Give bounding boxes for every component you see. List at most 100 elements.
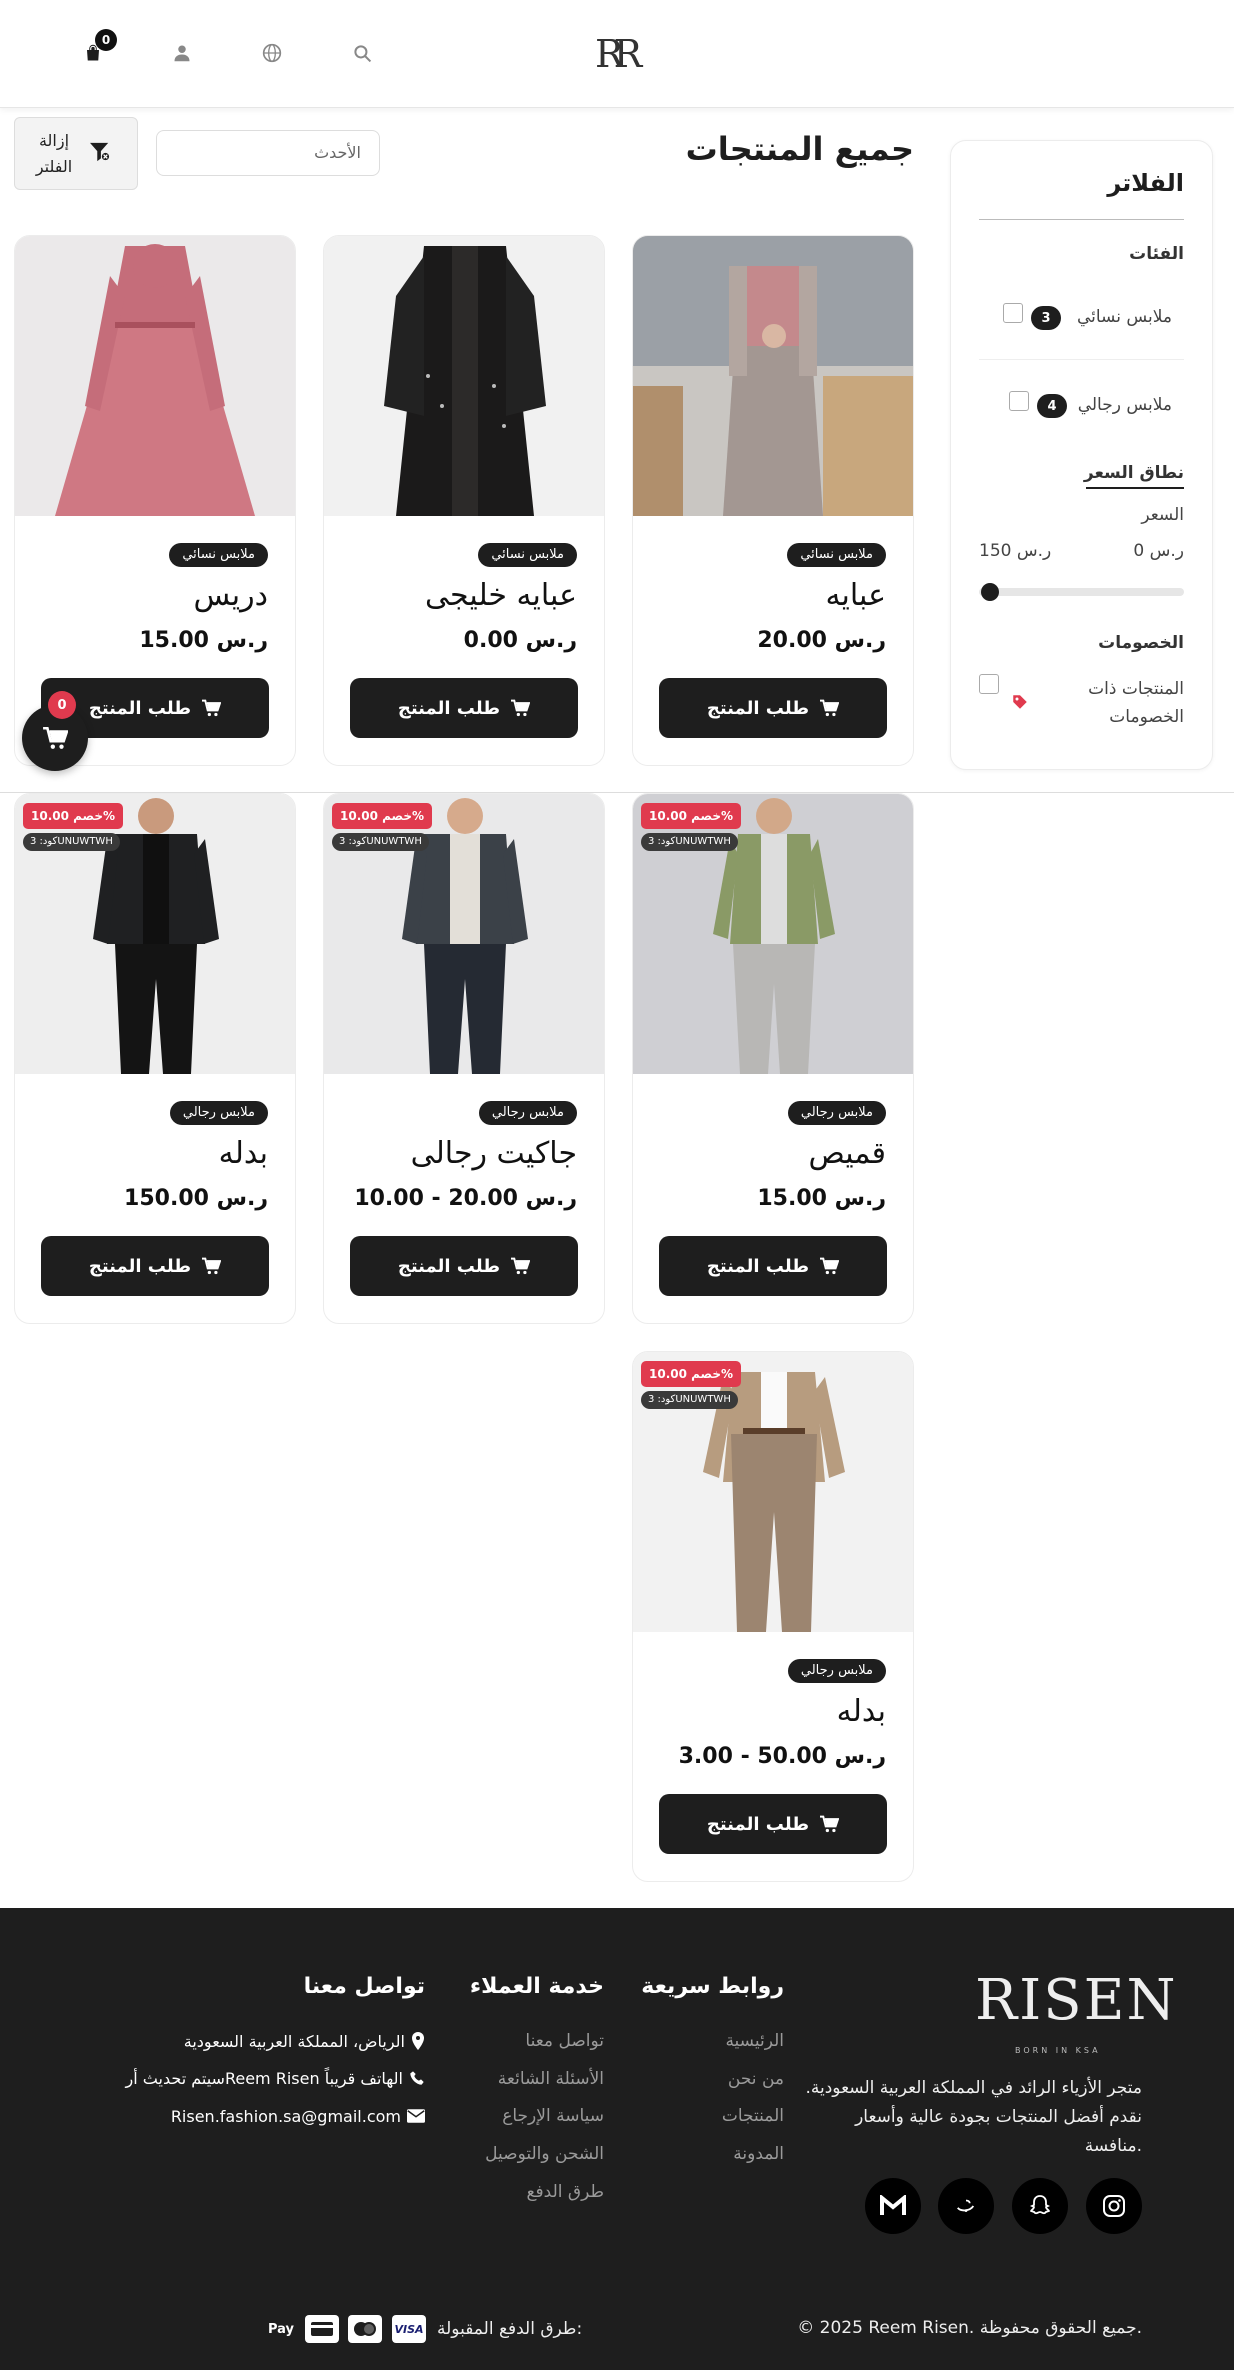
contact-email[interactable]: Risen.fashion.sa@gmail.com <box>171 2099 425 2133</box>
order-button-label: طلب المنتج <box>88 697 192 719</box>
discounts-label: الخصومات <box>1098 633 1184 653</box>
product-name[interactable]: جاكيت رجالى <box>411 1136 577 1171</box>
globe-icon[interactable] <box>257 38 287 68</box>
category-label-women: ملابس نسائي <box>1076 307 1172 327</box>
product-card[interactable]: ملابس نسائي دريس 15.00 ر.س طلب المنتج <box>14 235 296 766</box>
footer-link-payment[interactable]: طرق الدفع <box>526 2182 604 2202</box>
user-icon[interactable] <box>167 38 197 68</box>
product-card[interactable]: ملابس نسائي عبايه 20.00 ر.س طلب المنتج <box>632 235 914 766</box>
price-range-label: نطاق السعر <box>1083 463 1184 483</box>
cart-icon <box>202 699 222 717</box>
payment-methods-label: طرق الدفع المقبولة: <box>437 2319 583 2339</box>
sort-select[interactable]: الأحدث <box>156 130 380 176</box>
coupon-code-badge: كود: 3UNUWTWH <box>641 1391 738 1409</box>
product-card[interactable]: خصم 10.00% كود: 3UNUWTWH ملابس رجالي قمي… <box>632 793 914 1324</box>
cart-icon <box>511 699 531 717</box>
floating-cart-button[interactable]: 0 <box>22 691 88 771</box>
site-footer: RISEN BORN IN KSA متجر الأزياء الرائد في… <box>0 1908 1234 2370</box>
product-name[interactable]: دريس <box>194 578 268 613</box>
contact-title: تواصل معنا <box>303 1974 425 1999</box>
tag-icon <box>1011 693 1029 715</box>
order-product-button[interactable]: طلب المنتج <box>41 1236 269 1296</box>
footer-link-contact[interactable]: تواصل معنا <box>525 2031 604 2051</box>
instagram-icon[interactable] <box>1086 2178 1142 2234</box>
tiktok-icon[interactable] <box>938 2178 994 2234</box>
product-name[interactable]: بدله <box>219 1136 268 1171</box>
product-card[interactable]: خصم 10.00% كود: 3UNUWTWH ملابس رجالي بدل… <box>14 793 296 1324</box>
discount-checkbox[interactable] <box>979 674 999 694</box>
snapchat-icon[interactable] <box>1012 2178 1068 2234</box>
footer-link-blog[interactable]: المدونة <box>733 2144 784 2164</box>
product-card[interactable]: ملابس نسائي عبايه خليجى 0.00 ر.س طلب الم… <box>323 235 605 766</box>
order-product-button[interactable]: طلب المنتج <box>659 678 887 738</box>
discount-badge: خصم 10.00% <box>641 803 742 829</box>
order-product-button[interactable]: طلب المنتج <box>659 1236 887 1296</box>
page-title: جميع المنتجات <box>685 130 914 168</box>
order-product-button[interactable]: طلب المنتج <box>659 1794 887 1854</box>
clear-filter-button[interactable]: إزالة الفلتر <box>14 117 138 190</box>
product-card[interactable]: خصم 10.00% كود: 3UNUWTWH ملابس رجالي بدل… <box>632 1351 914 1882</box>
discount-badge: خصم 10.00% <box>641 1361 742 1387</box>
coupon-code-badge: كود: 3UNUWTWH <box>641 833 738 851</box>
mastercard-icon <box>348 2315 382 2343</box>
price-slider-track[interactable] <box>979 588 1184 596</box>
category-badge: ملابس رجالي <box>787 1101 886 1125</box>
mail-brand-icon[interactable] <box>865 2178 921 2234</box>
site-logo[interactable]: RR <box>595 32 642 76</box>
filters-title: الفلاتر <box>1107 169 1184 197</box>
product-price: 15.00 ر.س <box>757 1186 886 1211</box>
category-label-men: ملابس رجالي <box>1077 395 1172 415</box>
category-checkbox-men[interactable] <box>1009 391 1029 411</box>
product-price: 15.00 ر.س <box>139 628 268 653</box>
product-image[interactable] <box>633 236 913 516</box>
order-button-label: طلب المنتج <box>706 697 810 719</box>
product-image[interactable] <box>324 236 604 516</box>
product-name[interactable]: بدله <box>837 1694 886 1729</box>
footer-tagline: BORN IN KSA <box>1015 2046 1101 2055</box>
quick-links-title: روابط سريعة <box>641 1974 784 1999</box>
footer-link-shipping[interactable]: الشحن والتوصيل <box>485 2144 604 2164</box>
search-icon[interactable] <box>347 38 377 68</box>
product-image[interactable] <box>15 236 295 516</box>
product-name[interactable]: عبايه خليجى <box>425 578 577 613</box>
order-product-button[interactable]: طلب المنتج <box>350 678 578 738</box>
product-price: 20.00 ر.س <box>757 628 886 653</box>
cart-icon <box>820 1815 840 1833</box>
coupon-code-badge: كود: 3UNUWTWH <box>332 833 429 851</box>
footer-link-faq[interactable]: الأسئلة الشائعة <box>498 2069 604 2089</box>
category-badge: ملابس رجالي <box>478 1101 577 1125</box>
product-name[interactable]: قميص <box>809 1136 887 1171</box>
cart-icon <box>820 1257 840 1275</box>
filter-remove-icon <box>89 142 111 166</box>
price-slider-thumb[interactable] <box>981 583 999 601</box>
contact-phone-text: سيتم تحديث أرReem Risen الهاتف قريباً <box>125 2068 403 2088</box>
copyright-text: © 2025 Reem Risen. جميع الحقوق محفوظة. <box>797 2318 1142 2338</box>
product-name[interactable]: عبايه <box>825 578 886 613</box>
cart-icon <box>43 726 68 749</box>
email-icon <box>407 2109 425 2123</box>
order-product-button[interactable]: طلب المنتج <box>350 1236 578 1296</box>
category-count-women: 3 <box>1031 306 1061 330</box>
footer-link-returns[interactable]: سياسة الإرجاع <box>502 2106 604 2126</box>
footer-link-about[interactable]: من نحن <box>728 2069 784 2089</box>
filter-sidebar: الفلاتر الفئات ملابس نسائي 3 ملابس رجالي… <box>950 140 1213 770</box>
floating-cart-count: 0 <box>48 691 76 719</box>
category-badge: ملابس رجالي <box>787 1659 886 1683</box>
phone-icon <box>410 2071 424 2085</box>
category-checkbox-women[interactable] <box>1003 303 1023 323</box>
location-pin-icon <box>412 2032 424 2050</box>
footer-link-home[interactable]: الرئيسية <box>725 2031 784 2051</box>
footer-logo[interactable]: RISEN <box>975 1968 1178 2033</box>
contact-phone: سيتم تحديث أرReem Risen الهاتف قريباً <box>126 2061 425 2095</box>
discounted-products-label: المنتجات ذات الخصومات <box>1088 679 1184 727</box>
separator <box>979 359 1184 360</box>
apple-pay-icon: Pay <box>267 2321 295 2337</box>
order-button-label: طلب المنتج <box>706 1255 810 1277</box>
product-card[interactable]: خصم 10.00% كود: 3UNUWTWH ملابس رجالي جاك… <box>323 793 605 1324</box>
clear-filter-label: إزالة الفلتر <box>35 131 73 176</box>
category-badge: ملابس نسائي <box>787 543 886 567</box>
contact-address: الرياض، المملكة العربية السعودية <box>184 2024 425 2058</box>
footer-link-products[interactable]: المنتجات <box>722 2106 784 2126</box>
divider <box>979 219 1184 220</box>
order-button-label: طلب المنتج <box>397 1255 501 1277</box>
